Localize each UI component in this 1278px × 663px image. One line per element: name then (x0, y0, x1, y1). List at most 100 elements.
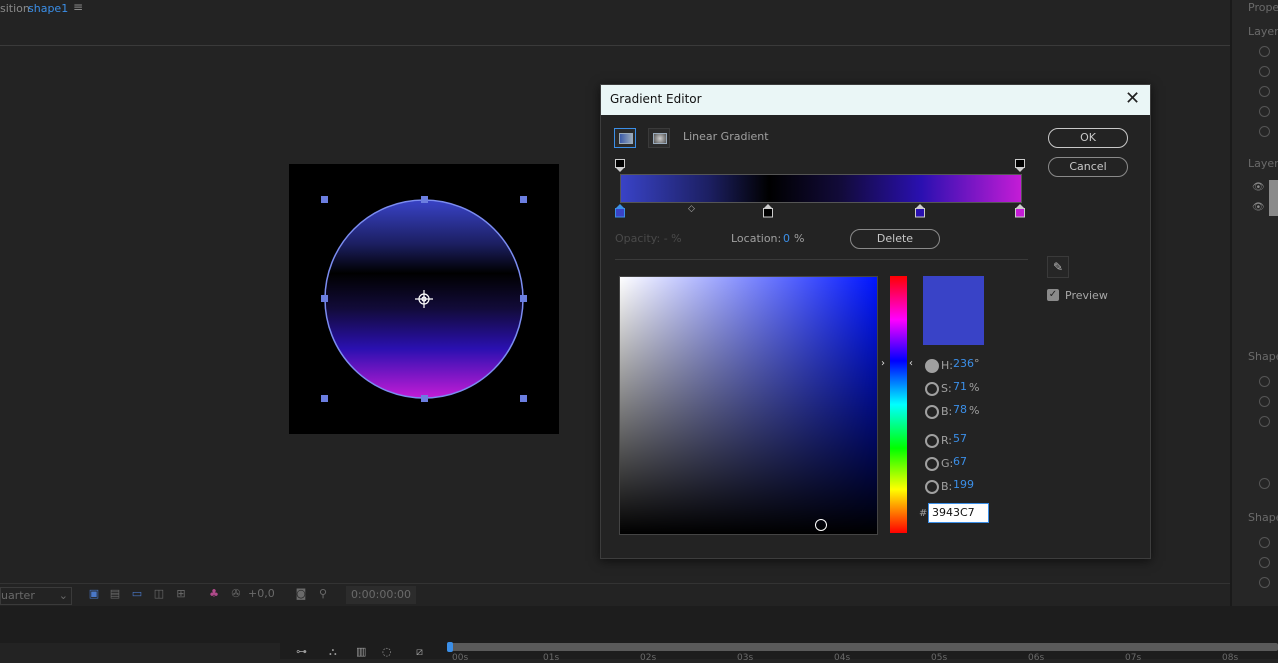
ok-button[interactable]: OK (1048, 128, 1128, 148)
preview-checkbox[interactable]: ✓ (1047, 289, 1059, 301)
bounding-handle-top[interactable] (421, 196, 428, 203)
chevron-down-icon: ⌄ (58, 589, 68, 602)
composition-flowchart-icon[interactable]: ⊶ (296, 646, 310, 658)
blue-radio[interactable] (925, 480, 939, 494)
hue-marker-right-icon[interactable]: ‹ (909, 358, 913, 369)
hex-hash-label: # (919, 508, 928, 519)
bounding-handle-left[interactable] (321, 295, 328, 302)
bounding-handle-bottom-right[interactable] (520, 395, 527, 402)
red-label: R: (941, 434, 953, 447)
cancel-button[interactable]: Cancel (1048, 157, 1128, 177)
show-snapshot-icon[interactable]: ⚲ (316, 587, 330, 601)
hue-marker-left-icon[interactable]: › (881, 358, 885, 369)
stopwatch-icon[interactable] (1259, 66, 1270, 77)
camera-snapshot-icon[interactable]: ◙ (294, 587, 308, 601)
stopwatch-icon[interactable] (1259, 126, 1270, 137)
hue-label: H: (941, 359, 953, 372)
stopwatch-icon[interactable] (1259, 376, 1270, 387)
gradient-preview-bar[interactable] (620, 174, 1022, 203)
resolution-select[interactable]: uarter ⌄ (0, 587, 72, 605)
time-ruler-tick: 01s (543, 653, 560, 663)
eyedropper-icon[interactable]: ✎ (1047, 256, 1069, 278)
opacity-stop-end[interactable] (1015, 159, 1025, 173)
reset-exposure-icon[interactable]: ✇ (229, 587, 243, 601)
divider (615, 259, 1028, 260)
color-stop[interactable] (915, 203, 925, 218)
hamburger-menu-icon[interactable]: ≡ (73, 0, 83, 14)
mask-visibility-icon[interactable]: ▭ (130, 587, 144, 601)
composition-tab-label[interactable]: sition (0, 2, 30, 15)
preview-label: Preview (1065, 289, 1108, 302)
blue-value[interactable]: 199 (953, 478, 974, 491)
stopwatch-icon[interactable] (1259, 86, 1270, 97)
red-radio[interactable] (925, 434, 939, 448)
viewer-toolbar: uarter ⌄ ▣ ▤ ▭ ◫ ⊞ ♣ ✇ +0,0 ◙ ⚲ 0:00:00:… (0, 583, 1230, 606)
frame-blending-icon[interactable]: ▥ (356, 646, 370, 658)
opacity-stop-start[interactable] (615, 159, 625, 173)
hue-radio[interactable] (925, 359, 939, 373)
color-picker-cursor[interactable] (815, 519, 827, 531)
grid-icon[interactable]: ◫ (152, 587, 166, 601)
color-stop[interactable] (615, 203, 625, 218)
radial-gradient-button[interactable] (648, 128, 670, 148)
circle-shape-layer[interactable] (289, 164, 559, 434)
exposure-value[interactable]: +0,0 (248, 587, 275, 600)
stopwatch-icon[interactable] (1259, 416, 1270, 427)
region-of-interest-icon[interactable]: ▣ (87, 587, 101, 601)
bounding-handle-top-left[interactable] (321, 196, 328, 203)
bounding-handle-bottom-left[interactable] (321, 395, 328, 402)
playhead[interactable] (447, 642, 453, 652)
saturation-radio[interactable] (925, 382, 939, 396)
linear-gradient-button[interactable] (614, 128, 636, 148)
linear-gradient-icon (619, 133, 633, 144)
transparency-grid-icon[interactable]: ▤ (108, 587, 122, 601)
green-radio[interactable] (925, 457, 939, 471)
stopwatch-icon[interactable] (1259, 46, 1270, 57)
bounding-handle-right[interactable] (520, 295, 527, 302)
hue-value[interactable]: 236 (953, 357, 974, 370)
guides-icon[interactable]: ⊞ (174, 587, 188, 601)
brightness-value[interactable]: 78 (953, 403, 967, 416)
midpoint-diamond-icon[interactable]: ◇ (688, 204, 695, 214)
close-icon[interactable]: ✕ (1125, 88, 1140, 110)
panel-title-properties: Prope (1248, 1, 1278, 14)
location-value[interactable]: 0 (783, 232, 790, 245)
bounding-handle-top-right[interactable] (520, 196, 527, 203)
color-stop[interactable] (763, 203, 773, 218)
time-ruler-tick: 05s (931, 653, 948, 663)
properties-panel: Prope Layer Layer 👁 👁 Shape Shape (1230, 0, 1278, 606)
stopwatch-icon[interactable] (1259, 106, 1270, 117)
motion-blur-icon[interactable]: ◌ (382, 646, 396, 658)
composition-name-link[interactable]: shape1 (28, 2, 68, 15)
green-value[interactable]: 67 (953, 455, 967, 468)
saturation-brightness-field[interactable] (619, 276, 878, 535)
blue-label: B: (941, 480, 953, 493)
work-area-bar[interactable] (451, 643, 1278, 651)
brightness-unit: % (969, 404, 980, 417)
saturation-value[interactable]: 71 (953, 380, 967, 393)
dialog-titlebar[interactable]: Gradient Editor ✕ (601, 85, 1150, 115)
composition-canvas[interactable] (289, 164, 559, 434)
stopwatch-icon[interactable] (1259, 557, 1270, 568)
gradient-type-label: Linear Gradient (683, 130, 769, 143)
stopwatch-icon[interactable] (1259, 396, 1270, 407)
hue-slider[interactable] (890, 276, 907, 533)
brightness-radio[interactable] (925, 405, 939, 419)
stopwatch-icon[interactable] (1259, 478, 1270, 489)
eye-icon[interactable]: 👁 (1252, 182, 1265, 193)
current-color-swatch (923, 276, 984, 345)
time-ruler-tick: 08s (1222, 653, 1239, 663)
delete-stop-button[interactable]: Delete (850, 229, 940, 249)
eye-icon[interactable]: 👁 (1252, 202, 1265, 213)
color-stop[interactable] (1015, 203, 1025, 218)
hex-color-input[interactable]: 3943C7 (928, 503, 989, 523)
red-value[interactable]: 57 (953, 432, 967, 445)
section-label-shape: Shape (1248, 350, 1278, 363)
stopwatch-icon[interactable] (1259, 537, 1270, 548)
bounding-handle-bottom[interactable] (421, 395, 428, 402)
stopwatch-icon[interactable] (1259, 577, 1270, 588)
graph-editor-icon[interactable]: ⧄ (416, 646, 430, 658)
current-time-display[interactable]: 0:00:00:00 (346, 586, 416, 604)
shy-layers-icon[interactable]: ⛬ (329, 646, 343, 658)
channel-icon[interactable]: ♣ (207, 587, 221, 601)
